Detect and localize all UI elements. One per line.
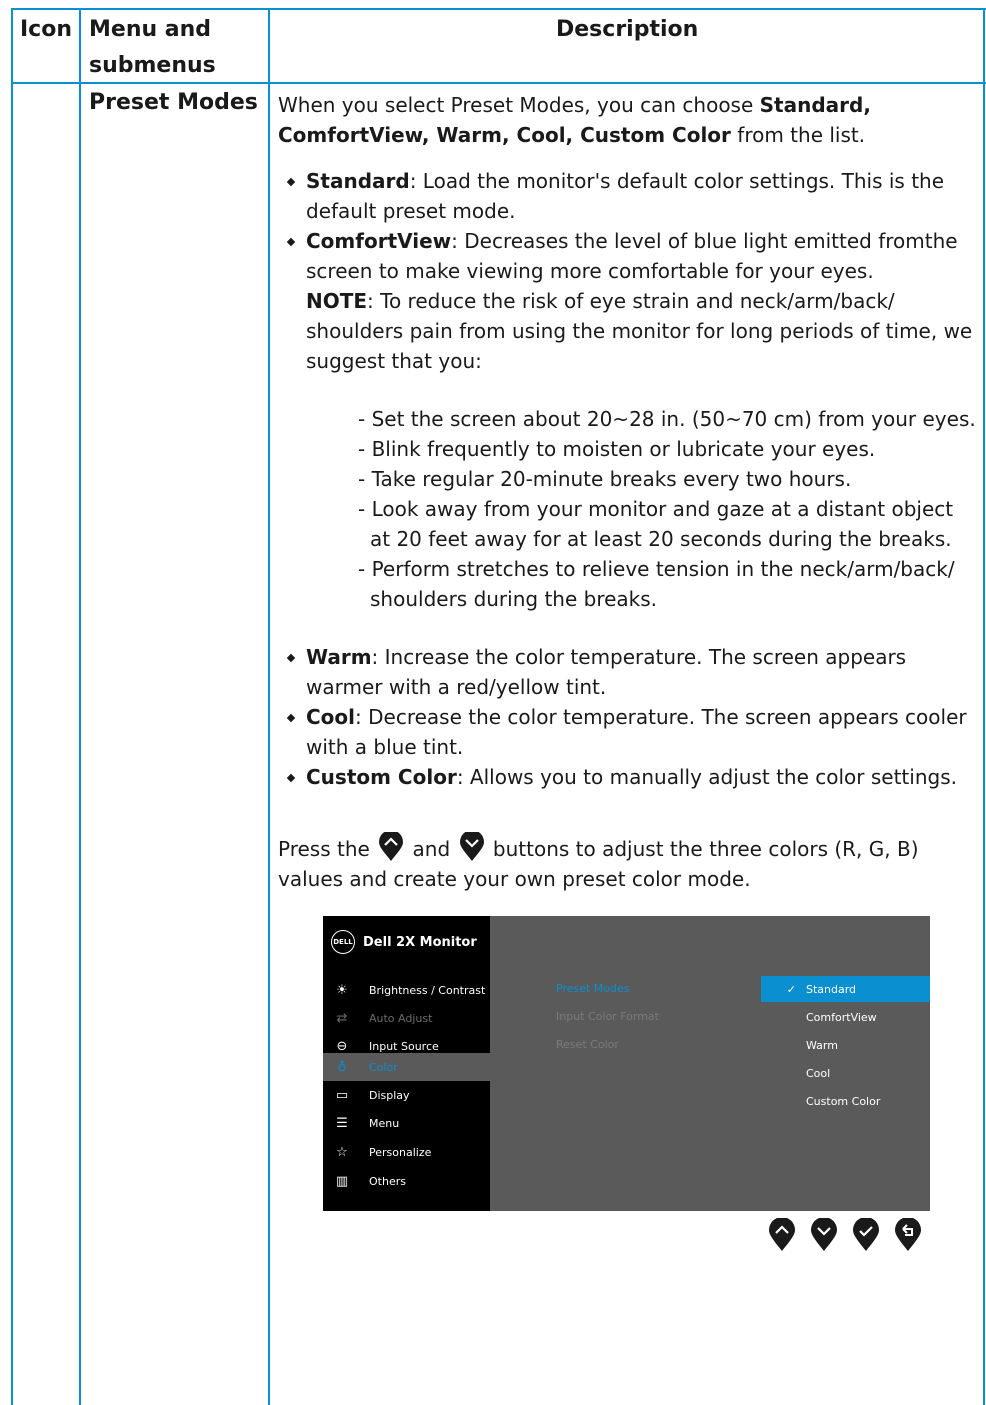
- column-divider-2: [268, 8, 270, 1405]
- tips-list: - Set the screen about 20~28 in. (50~70 …: [278, 404, 978, 614]
- dell-logo: DELL: [331, 930, 355, 954]
- up-button-icon: [769, 1218, 795, 1251]
- header-menu-line2: submenus: [89, 53, 216, 78]
- osd-main-menu: DELL Dell 2X Monitor ☀ Brightness / Contr…: [323, 916, 490, 1211]
- osd-item-color: ♁ Color: [323, 1053, 490, 1081]
- check-icon: ✓: [786, 982, 796, 996]
- osd-option-custom-color: Custom Color: [806, 1094, 881, 1108]
- table-top-border: [11, 8, 986, 10]
- input-source-icon: ⊖: [336, 1038, 348, 1054]
- list-item: - Take regular 20-minute breaks every tw…: [358, 467, 852, 491]
- osd-option-standard: ✓ Standard: [761, 976, 930, 1002]
- list-item: - Set the screen about 20~28 in. (50~70 …: [358, 407, 976, 431]
- osd-item-brightness: ☀ Brightness / Contrast: [323, 976, 490, 1004]
- color-icon: ♁: [337, 1059, 347, 1075]
- down-button-icon: [811, 1218, 837, 1251]
- osd-title: Dell 2X Monitor: [363, 934, 477, 950]
- confirm-button-icon: [853, 1218, 879, 1251]
- osd-item-display: ▭ Display: [323, 1081, 490, 1109]
- osd-submenu-preset-modes: Preset Modes: [556, 982, 630, 995]
- list-item: ComfortView: Decreases the level of blue…: [278, 226, 978, 376]
- star-icon: ☆: [336, 1144, 348, 1160]
- brightness-icon: ☀: [336, 982, 348, 998]
- intro-end: from the list.: [730, 123, 866, 147]
- intro-text: When you select Preset Modes, you can ch…: [278, 93, 760, 117]
- submenu-preset-modes: Preset Modes: [89, 90, 258, 115]
- list-item: - Look away from your monitor and gaze a…: [358, 497, 954, 551]
- list-item: - Perform stretches to relieve tension i…: [358, 557, 955, 611]
- osd-item-menu: ☰ Menu: [323, 1109, 490, 1137]
- list-item: - Blink frequently to moisten or lubrica…: [358, 437, 876, 461]
- table-left-border: [11, 8, 13, 1405]
- osd-option-warm: Warm: [806, 1038, 838, 1052]
- header-icon: Icon: [20, 17, 73, 42]
- list-item: Cool: Decrease the color temperature. Th…: [278, 702, 978, 762]
- mode-list: Standard: Load the monitor's default col…: [278, 166, 978, 376]
- note-text: : To reduce the risk of eye strain and n…: [306, 289, 973, 373]
- list-item: Warm: Increase the color temperature. Th…: [278, 642, 978, 702]
- manual-page: Icon Menu and submenus Description Prese…: [0, 0, 986, 1405]
- table-right-border: [983, 8, 985, 1405]
- auto-adjust-icon: ⇄: [336, 1010, 348, 1026]
- osd-submenu-reset-color: Reset Color: [556, 1038, 619, 1051]
- osd-header: DELL Dell 2X Monitor: [331, 930, 477, 954]
- osd-item-auto-adjust: ⇄ Auto Adjust: [323, 1004, 490, 1032]
- header-description: Description: [556, 17, 699, 42]
- down-button-icon: [459, 832, 484, 861]
- osd-item-others: ▥ Others: [323, 1167, 490, 1195]
- display-icon: ▭: [335, 1087, 349, 1103]
- column-divider-1: [79, 8, 81, 1405]
- up-button-icon: [379, 832, 404, 861]
- description-content: When you select Preset Modes, you can ch…: [278, 90, 978, 894]
- osd-item-personalize: ☆ Personalize: [323, 1138, 490, 1166]
- osd-menu-screenshot: DELL Dell 2X Monitor ☀ Brightness / Contr…: [323, 916, 930, 1211]
- mode-list-2: Warm: Increase the color temperature. Th…: [278, 642, 978, 792]
- list-item: Custom Color: Allows you to manually adj…: [278, 762, 978, 792]
- press-paragraph: Press the and buttons to adjust the thre…: [278, 832, 978, 894]
- list-item: Standard: Load the monitor's default col…: [278, 166, 978, 226]
- osd-nav-buttons: [768, 1218, 922, 1252]
- note-label: NOTE: [306, 289, 368, 313]
- menu-icon: ☰: [336, 1115, 348, 1131]
- back-button-icon: [895, 1218, 921, 1251]
- others-icon: ▥: [335, 1173, 349, 1189]
- header-menu-line1: Menu and: [89, 17, 212, 42]
- osd-submenu-input-color-format: Input Color Format: [556, 1010, 659, 1023]
- osd-option-cool: Cool: [806, 1066, 831, 1080]
- intro-paragraph: When you select Preset Modes, you can ch…: [278, 90, 978, 150]
- osd-option-comfortview: ComfortView: [806, 1010, 877, 1024]
